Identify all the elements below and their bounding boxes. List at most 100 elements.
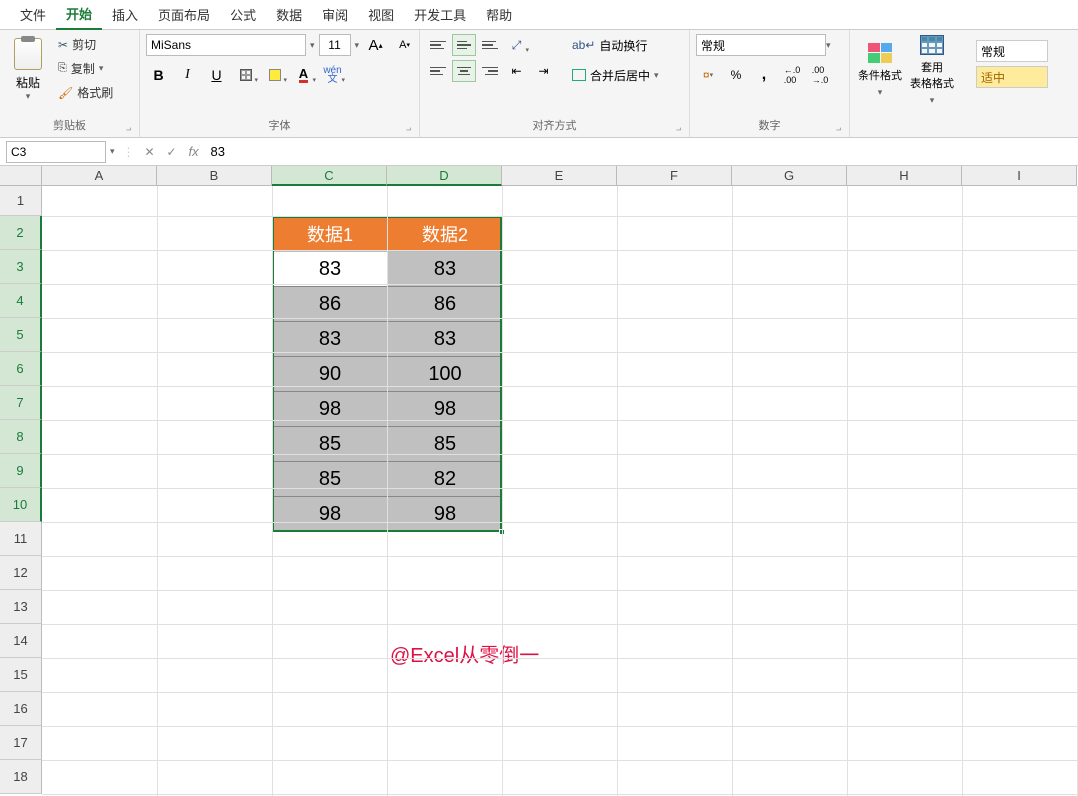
font-name-select[interactable] [146, 34, 306, 56]
currency-button[interactable]: ¤▾ [696, 64, 720, 86]
align-center-button[interactable] [452, 60, 476, 82]
format-painter-button[interactable]: 🖌格式刷 [54, 82, 117, 103]
borders-button[interactable]: ▾ [233, 64, 258, 86]
cell-style-good[interactable]: 适中 [976, 66, 1048, 88]
border-icon [240, 69, 252, 81]
row-header-3[interactable]: 3 [0, 250, 42, 284]
percent-button[interactable]: % [724, 64, 748, 86]
row-headers: 123456789101112131415161718 [0, 186, 42, 794]
fx-icon: fx [188, 144, 198, 159]
copy-button[interactable]: ⎘复制▾ [54, 58, 117, 79]
col-header-D[interactable]: D [387, 166, 502, 186]
menu-home[interactable]: 开始 [56, 0, 102, 30]
row-header-13[interactable]: 13 [0, 590, 42, 624]
menu-review[interactable]: 审阅 [312, 0, 358, 29]
format-as-table-button[interactable]: 套用 表格格式▾ [908, 34, 956, 106]
formula-input[interactable] [205, 141, 1078, 163]
menu-insert[interactable]: 插入 [102, 0, 148, 29]
table-cell[interactable]: 98 [388, 392, 503, 427]
conditional-format-button[interactable]: 条件格式▾ [856, 34, 904, 106]
row-header-2[interactable]: 2 [0, 216, 42, 250]
table-cell[interactable]: 83 [388, 252, 503, 287]
table-header[interactable]: 数据2 [388, 217, 503, 252]
table-cell[interactable]: 85 [273, 462, 388, 497]
indent-increase-button[interactable]: ⇥ [531, 60, 556, 82]
cells-area[interactable]: 数据1数据2838386868383901009898858585829898 … [42, 186, 1078, 796]
row-header-6[interactable]: 6 [0, 352, 42, 386]
menu-view[interactable]: 视图 [358, 0, 404, 29]
menu-data[interactable]: 数据 [266, 0, 312, 29]
align-left-button[interactable] [426, 60, 450, 82]
row-header-7[interactable]: 7 [0, 386, 42, 420]
table-cell[interactable]: 82 [388, 462, 503, 497]
indent-decrease-button[interactable]: ⇤ [504, 60, 529, 82]
phonetic-button[interactable]: wén文▾ [320, 64, 345, 86]
select-all-corner[interactable] [0, 166, 42, 186]
bold-button[interactable]: B [146, 64, 171, 86]
align-middle-button[interactable] [452, 34, 476, 56]
col-header-C[interactable]: C [272, 166, 387, 186]
table-cell[interactable]: 86 [388, 287, 503, 322]
col-header-A[interactable]: A [42, 166, 157, 186]
row-header-18[interactable]: 18 [0, 760, 42, 794]
fx-button[interactable]: fx [183, 141, 205, 163]
accept-formula-button[interactable]: ✓ [161, 141, 183, 163]
table-cell[interactable]: 86 [273, 287, 388, 322]
table-cell[interactable]: 83 [273, 252, 388, 287]
menu-file[interactable]: 文件 [10, 0, 56, 29]
row-header-11[interactable]: 11 [0, 522, 42, 556]
align-bottom-button[interactable] [478, 34, 502, 56]
row-header-10[interactable]: 10 [0, 488, 42, 522]
col-header-F[interactable]: F [617, 166, 732, 186]
number-format-select[interactable] [696, 34, 826, 56]
col-header-H[interactable]: H [847, 166, 962, 186]
comma-button[interactable]: , [752, 64, 776, 86]
wrap-text-button[interactable]: ab↵自动换行 [568, 34, 663, 56]
row-header-17[interactable]: 17 [0, 726, 42, 760]
table-cell[interactable]: 85 [388, 427, 503, 462]
paste-button[interactable]: 粘贴 ▾ [6, 34, 50, 106]
menu-help[interactable]: 帮助 [476, 0, 522, 29]
row-header-12[interactable]: 12 [0, 556, 42, 590]
align-right-button[interactable] [478, 60, 502, 82]
table-cell[interactable]: 98 [273, 392, 388, 427]
fill-color-button[interactable]: ▾ [262, 64, 287, 86]
underline-button[interactable]: U [204, 64, 229, 86]
cancel-formula-button[interactable]: ✕ [139, 141, 161, 163]
row-header-1[interactable]: 1 [0, 186, 42, 216]
table-cell[interactable]: 98 [273, 497, 388, 532]
orientation-button[interactable]: ⤢▾ [504, 34, 529, 56]
row-header-4[interactable]: 4 [0, 284, 42, 318]
row-header-9[interactable]: 9 [0, 454, 42, 488]
table-header[interactable]: 数据1 [273, 217, 388, 252]
col-header-G[interactable]: G [732, 166, 847, 186]
group-label: 字体 [146, 115, 413, 137]
increase-font-icon[interactable]: A▴ [363, 34, 388, 56]
cell-style-normal[interactable]: 常规 [976, 40, 1048, 62]
spreadsheet-grid[interactable]: ABCDEFGHI 123456789101112131415161718 数据… [0, 166, 1078, 796]
decrease-decimal-button[interactable]: .00→.0 [808, 64, 832, 86]
merge-center-button[interactable]: 合并后居中▾ [568, 64, 663, 86]
row-header-14[interactable]: 14 [0, 624, 42, 658]
copy-icon: ⎘ [58, 62, 67, 75]
decrease-font-icon[interactable]: A▾ [392, 34, 417, 56]
col-header-E[interactable]: E [502, 166, 617, 186]
col-header-I[interactable]: I [962, 166, 1077, 186]
row-header-15[interactable]: 15 [0, 658, 42, 692]
name-box[interactable] [6, 141, 106, 163]
increase-decimal-button[interactable]: ←.0.00 [780, 64, 804, 86]
table-cell[interactable]: 98 [388, 497, 503, 532]
menu-formula[interactable]: 公式 [220, 0, 266, 29]
row-header-5[interactable]: 5 [0, 318, 42, 352]
row-header-16[interactable]: 16 [0, 692, 42, 726]
menu-pagelayout[interactable]: 页面布局 [148, 0, 220, 29]
menu-dev[interactable]: 开发工具 [404, 0, 476, 29]
align-top-button[interactable] [426, 34, 450, 56]
italic-button[interactable]: I [175, 64, 200, 86]
col-header-B[interactable]: B [157, 166, 272, 186]
cut-button[interactable]: ✂剪切 [54, 34, 117, 55]
font-color-button[interactable]: A▾ [291, 64, 316, 86]
row-header-8[interactable]: 8 [0, 420, 42, 454]
table-cell[interactable]: 85 [273, 427, 388, 462]
font-size-select[interactable] [319, 34, 351, 56]
